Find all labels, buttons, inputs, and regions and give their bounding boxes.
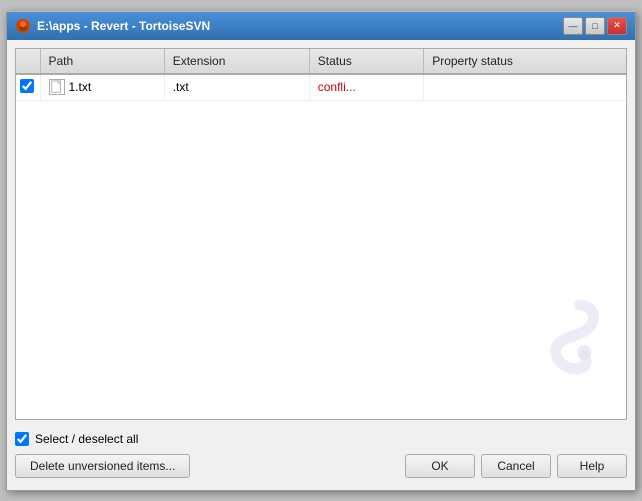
select-all-row: Select / deselect all [15, 428, 627, 450]
window-title: E:\apps - Revert - TortoiseSVN [37, 19, 210, 33]
col-header-checkbox [16, 49, 40, 74]
row-property-status-cell [424, 74, 626, 101]
file-table-container: Path Extension Status Property status [15, 48, 627, 420]
file-icon [49, 79, 65, 95]
col-header-extension: Extension [164, 49, 309, 74]
window-controls: — □ ✕ [563, 17, 627, 35]
minimize-button[interactable]: — [563, 17, 583, 35]
row-path-cell: 1.txt [40, 74, 164, 101]
maximize-button[interactable]: □ [585, 17, 605, 35]
bottom-section: Select / deselect all Delete unversioned… [15, 428, 627, 482]
select-all-label: Select / deselect all [35, 432, 138, 446]
col-header-path: Path [40, 49, 164, 74]
title-bar: E:\apps - Revert - TortoiseSVN — □ ✕ [7, 12, 635, 40]
table-row: 1.txt .txt confli... [16, 74, 626, 101]
col-header-property-status: Property status [424, 49, 626, 74]
col-header-status: Status [309, 49, 423, 74]
ok-button[interactable]: OK [405, 454, 475, 478]
title-bar-left: E:\apps - Revert - TortoiseSVN [15, 18, 210, 34]
dialog-buttons: OK Cancel Help [405, 454, 627, 478]
button-row: Delete unversioned items... OK Cancel He… [15, 450, 627, 482]
file-table: Path Extension Status Property status [16, 49, 626, 101]
row-extension-cell: .txt [164, 74, 309, 101]
watermark [526, 296, 606, 399]
content-area: Path Extension Status Property status [7, 40, 635, 490]
row-filename: 1.txt [69, 80, 92, 94]
main-window: E:\apps - Revert - TortoiseSVN — □ ✕ Pat… [6, 11, 636, 491]
close-button[interactable]: ✕ [607, 17, 627, 35]
delete-unversioned-button[interactable]: Delete unversioned items... [15, 454, 190, 478]
cancel-button[interactable]: Cancel [481, 454, 551, 478]
row-checkbox[interactable] [20, 79, 34, 93]
help-button[interactable]: Help [557, 454, 627, 478]
select-all-checkbox[interactable] [15, 432, 29, 446]
row-checkbox-cell [16, 74, 40, 101]
app-icon [15, 18, 31, 34]
row-status-cell: confli... [309, 74, 423, 101]
